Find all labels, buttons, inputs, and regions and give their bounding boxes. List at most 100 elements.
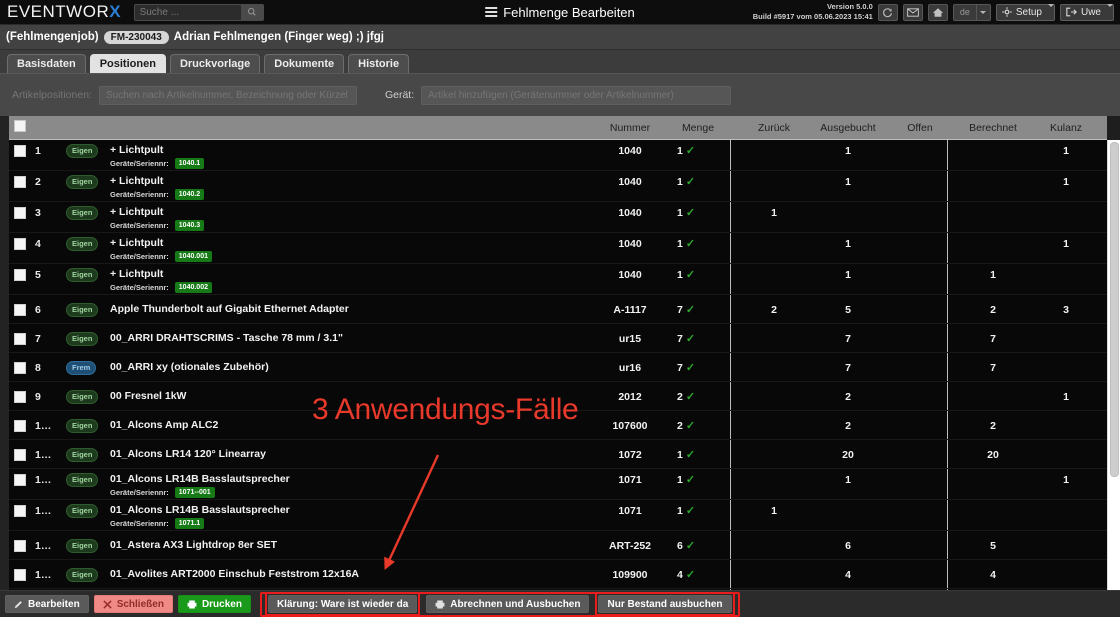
cell-nummer: 1071 — [618, 505, 642, 517]
row-checkbox[interactable] — [14, 145, 26, 157]
row-checkbox[interactable] — [14, 505, 26, 517]
row-checkbox[interactable] — [14, 176, 26, 188]
tab-druckvorlage[interactable]: Druckvorlage — [169, 54, 261, 73]
chevron-down-icon[interactable] — [1107, 3, 1113, 18]
close-button[interactable]: Schließen — [93, 595, 173, 613]
table-scrollbar[interactable] — [1107, 140, 1120, 590]
article-search-input[interactable] — [98, 85, 357, 105]
tab-positionen[interactable]: Positionen — [89, 54, 166, 73]
table-row[interactable]: 9 Eigen 00 Fresnel 1kW 2012 2 1 2 ✓ — [9, 382, 1107, 411]
table-row[interactable]: 5 Eigen + Lichtpult Geräte/Seriennr: 1040.00… — [9, 264, 1107, 295]
stock-only-button-wrapper: Nur Bestand ausbuchen — [595, 592, 735, 616]
serial-chip[interactable]: 1071--001 — [174, 487, 215, 498]
serial-chip[interactable]: 1040.2 — [174, 189, 205, 200]
setup-button[interactable]: Setup — [995, 3, 1055, 21]
user-label: Uwe — [1080, 6, 1101, 18]
row-checkbox[interactable] — [14, 540, 26, 552]
tab-basisdaten[interactable]: Basisdaten — [7, 54, 86, 73]
device-label: Gerät: — [384, 89, 415, 101]
row-checkbox[interactable] — [14, 238, 26, 250]
row-checkbox[interactable] — [14, 569, 26, 581]
row-checkbox[interactable] — [14, 269, 26, 281]
row-description: 01_Alcons Amp ALC2 — [110, 419, 219, 431]
ownership-badge: Eigen — [66, 568, 99, 582]
user-menu-button[interactable]: Uwe — [1059, 3, 1114, 21]
cell-berechnet: 7 — [990, 362, 996, 374]
table-row[interactable]: 1… Eigen 01_Alcons LR14B Basslautsprecher G… — [9, 469, 1107, 500]
table-row[interactable]: 7 Eigen 00_ARRI DRAHTSCRIMS - Tasche 78 mm… — [9, 324, 1107, 353]
column-header-nummer[interactable]: Nummer — [595, 116, 665, 140]
table-row[interactable]: 1… Eigen 01_Alcons Amp ALC2 107600 2 2 2 ✓ — [9, 411, 1107, 440]
global-search[interactable] — [133, 3, 264, 21]
clarification-goods-returned-button[interactable]: Klärung: Ware ist wieder da — [267, 595, 418, 613]
table-row[interactable]: 1… Eigen 01_Alcons LR14B Basslautsprecher G… — [9, 500, 1107, 531]
language-select[interactable]: de — [952, 3, 991, 21]
edit-button[interactable]: Bearbeiten — [5, 595, 89, 613]
tab-dokumente[interactable]: Dokumente — [264, 54, 345, 73]
serial-chip[interactable]: 1040.3 — [174, 220, 205, 231]
table-header-row: Nummer Menge Zurück Ausgebucht Offen Ber… — [9, 116, 1107, 140]
column-header-berechnet[interactable]: Berechnet — [953, 116, 1033, 140]
row-checkbox[interactable] — [14, 391, 26, 403]
table-row[interactable]: 3 Eigen + Lichtpult Geräte/Seriennr: 1040.3 1… — [9, 202, 1107, 233]
chevron-down-icon[interactable] — [1047, 3, 1054, 18]
print-button[interactable]: Drucken — [177, 595, 251, 613]
row-index: 1… — [35, 540, 52, 552]
row-checkbox[interactable] — [14, 420, 26, 432]
table-row[interactable]: 8 Frem 00_ARRI xy (otionales Zubehör) ur16 7… — [9, 353, 1107, 382]
stock-only-button-label: Nur Bestand ausbuchen — [607, 598, 723, 610]
tab-historie[interactable]: Historie — [348, 54, 410, 73]
check-icon: ✓ — [685, 504, 696, 517]
cell-menge: 7 ✓ — [677, 333, 695, 345]
cell-nummer: A-1117 — [613, 304, 647, 316]
table-row[interactable]: 2 Eigen + Lichtpult Geräte/Seriennr: 1040.2 1… — [9, 171, 1107, 202]
mail-button[interactable] — [902, 3, 923, 21]
ownership-badge: Eigen — [66, 206, 99, 220]
refresh-button[interactable] — [877, 3, 898, 21]
settle-and-book-out-button[interactable]: Abrechnen und Ausbuchen — [426, 595, 590, 613]
search-button[interactable] — [240, 3, 263, 21]
table-row[interactable]: 1… Eigen 01_Astera AX3 Lightdrop 8er SET AR… — [9, 531, 1107, 560]
select-all-checkbox[interactable] — [14, 120, 26, 132]
cell-menge: 1 ✓ — [677, 145, 695, 157]
ownership-badge: Eigen — [66, 332, 99, 346]
cell-zurueck: 1 — [771, 505, 777, 517]
column-header-ausgebucht[interactable]: Ausgebucht — [809, 116, 887, 140]
device-add-input[interactable] — [421, 85, 732, 105]
home-button[interactable] — [927, 3, 948, 21]
chevron-down-icon[interactable] — [975, 4, 990, 20]
cell-ausgebucht: 2 — [845, 391, 851, 403]
search-input[interactable] — [134, 4, 240, 20]
table-row[interactable]: 4 Eigen + Lichtpult Geräte/Seriennr: 1040.00… — [9, 233, 1107, 264]
table-row[interactable]: 6 Eigen Apple Thunderbolt auf Gigabit Ethe… — [9, 295, 1107, 324]
table-row[interactable]: 1… Eigen 01_Alcons LR14 120° Linearray 1072… — [9, 440, 1107, 469]
book-out-stock-only-button[interactable]: Nur Bestand ausbuchen — [598, 595, 732, 613]
serial-chip[interactable]: 1040.1 — [174, 158, 205, 169]
column-header-zurueck[interactable]: Zurück — [739, 116, 809, 140]
cell-menge: 1 ✓ — [677, 449, 695, 461]
column-header-menge[interactable]: Menge — [667, 116, 729, 140]
row-index: 1… — [35, 505, 52, 517]
column-header-kulanz[interactable]: Kulanz — [1035, 116, 1097, 140]
cell-nummer: ART-252 — [608, 540, 651, 552]
table-row[interactable]: 1… Eigen 01_Avolites ART2000 Einschub Fest… — [9, 560, 1107, 589]
row-checkbox[interactable] — [14, 333, 26, 345]
clarification-button-wrapper: Klärung: Ware ist wieder da — [264, 592, 421, 616]
scrollbar-thumb[interactable] — [1110, 142, 1119, 477]
row-checkbox[interactable] — [14, 304, 26, 316]
serial-chip[interactable]: 1040.001 — [174, 251, 212, 262]
serial-chip[interactable]: 1071.1 — [174, 518, 205, 529]
column-header-offen[interactable]: Offen — [889, 116, 951, 140]
menge-value: 1 — [677, 505, 683, 517]
menge-value: 7 — [677, 362, 683, 374]
header-actions: Version 5.0.0 Build #5917 vom 05.06.2023… — [753, 2, 1120, 22]
row-checkbox[interactable] — [14, 449, 26, 461]
row-checkbox[interactable] — [14, 474, 26, 486]
cell-kulanz: 1 — [1063, 238, 1069, 250]
table-row[interactable]: 1 Eigen + Lichtpult Geräte/Seriennr: 1040.1 1… — [9, 140, 1107, 171]
cell-ausgebucht: 1 — [845, 269, 851, 281]
serial-chip[interactable]: 1040.002 — [174, 282, 212, 293]
row-checkbox[interactable] — [14, 207, 26, 219]
row-checkbox[interactable] — [14, 362, 26, 374]
serial-number-line: Geräte/Seriennr: 1040.001 — [110, 251, 212, 262]
